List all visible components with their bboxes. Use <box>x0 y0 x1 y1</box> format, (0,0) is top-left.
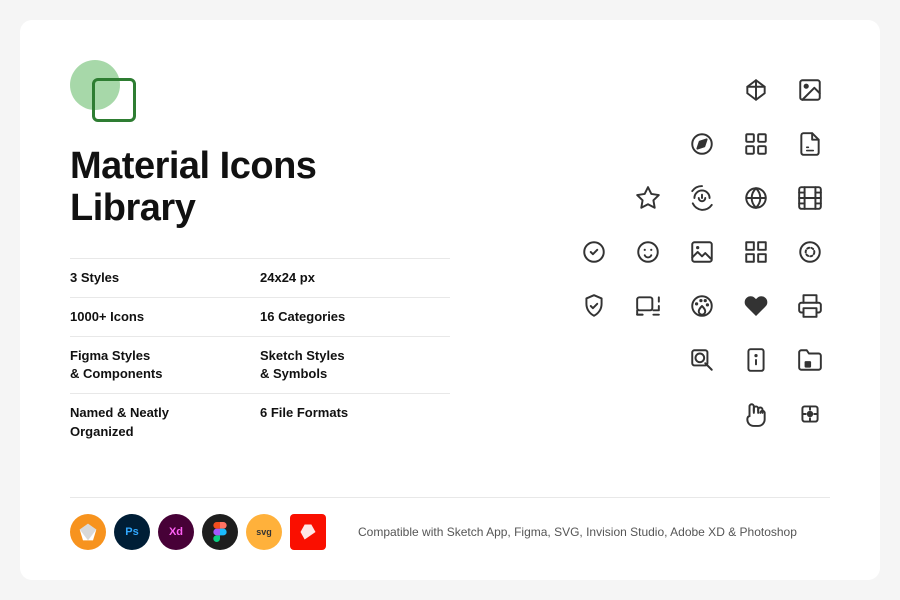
spec-named: Named & NeatlyOrganized <box>70 393 260 450</box>
adobe-logo <box>290 514 326 550</box>
icon-opacity <box>736 70 776 110</box>
icon-color-lens <box>682 286 722 326</box>
spec-sketch: Sketch Styles& Symbols <box>260 336 450 393</box>
spec-named-label: Named & NeatlyOrganized <box>70 404 260 440</box>
icon-empty-4 <box>574 124 614 164</box>
spec-styles-label: 3 Styles <box>70 269 260 287</box>
icon-compass <box>682 124 722 164</box>
right-section <box>450 60 830 497</box>
icon-shield <box>574 286 614 326</box>
spec-sketch-value: Sketch Styles& Symbols <box>260 347 450 383</box>
icon-settings <box>736 124 776 164</box>
spec-figma: Figma Styles& Components <box>70 336 260 393</box>
icon-adjust <box>790 232 830 272</box>
bottom-section: Ps Xd svg <box>70 497 830 550</box>
main-title: Material Icons Library <box>70 146 450 230</box>
icon-globe <box>736 178 776 218</box>
icon-empty-15 <box>736 448 776 488</box>
icon-file <box>790 124 830 164</box>
top-section: Material Icons Library 3 Styles 24x24 px… <box>70 60 830 497</box>
icons-grid <box>574 70 830 488</box>
spec-formats-value: 6 File Formats <box>260 404 450 422</box>
icon-empty-7 <box>574 340 614 380</box>
spec-icons-label: 1000+ Icons <box>70 308 260 326</box>
icon-empty-5 <box>628 124 668 164</box>
icon-empty-1 <box>574 70 614 110</box>
icon-empty-8 <box>628 340 668 380</box>
icon-check-circle <box>574 232 614 272</box>
app-logos: Ps Xd svg <box>70 514 326 550</box>
icon-film <box>790 178 830 218</box>
icon-print <box>790 286 830 326</box>
left-section: Material Icons Library 3 Styles 24x24 px… <box>70 60 450 497</box>
icon-grid <box>736 232 776 272</box>
icon-star <box>628 178 668 218</box>
icon-empty-12 <box>574 448 614 488</box>
icon-cast <box>628 286 668 326</box>
icon-empty-14 <box>682 448 722 488</box>
icon-face <box>628 232 668 272</box>
icon-empty-9 <box>574 394 614 434</box>
svg-logo: svg <box>246 514 282 550</box>
logo-square <box>92 78 136 122</box>
icon-empty-6 <box>574 178 614 218</box>
logo-area <box>70 60 150 130</box>
icon-heart <box>736 286 776 326</box>
icon-hand <box>736 394 776 434</box>
main-container: Material Icons Library 3 Styles 24x24 px… <box>0 0 900 600</box>
spec-size: 24x24 px <box>260 258 450 297</box>
icon-empty-3 <box>682 70 722 110</box>
spec-categories: 16 Categories <box>260 297 450 336</box>
ps-logo: Ps <box>114 514 150 550</box>
icon-empty-11 <box>682 394 722 434</box>
icon-image <box>790 70 830 110</box>
spec-icons: 1000+ Icons <box>70 297 260 336</box>
icon-empty-10 <box>628 394 668 434</box>
compatibility-text: Compatible with Sketch App, Figma, SVG, … <box>358 523 797 541</box>
spec-categories-value: 16 Categories <box>260 308 450 326</box>
sketch-logo <box>70 514 106 550</box>
card: Material Icons Library 3 Styles 24x24 px… <box>20 20 880 580</box>
icon-photo <box>682 232 722 272</box>
icon-info <box>736 340 776 380</box>
figma-logo <box>202 514 238 550</box>
spec-size-value: 24x24 px <box>260 269 450 287</box>
xd-logo: Xd <box>158 514 194 550</box>
icon-empty-13 <box>628 448 668 488</box>
icon-fingerprint <box>682 178 722 218</box>
icon-folder <box>790 340 830 380</box>
spec-formats: 6 File Formats <box>260 393 450 450</box>
spec-styles: 3 Styles <box>70 258 260 297</box>
icon-empty-2 <box>628 70 668 110</box>
spec-figma-label: Figma Styles& Components <box>70 347 260 383</box>
specs-grid: 3 Styles 24x24 px 1000+ Icons 16 Categor… <box>70 258 450 451</box>
icon-search <box>682 340 722 380</box>
icon-brightness <box>790 394 830 434</box>
